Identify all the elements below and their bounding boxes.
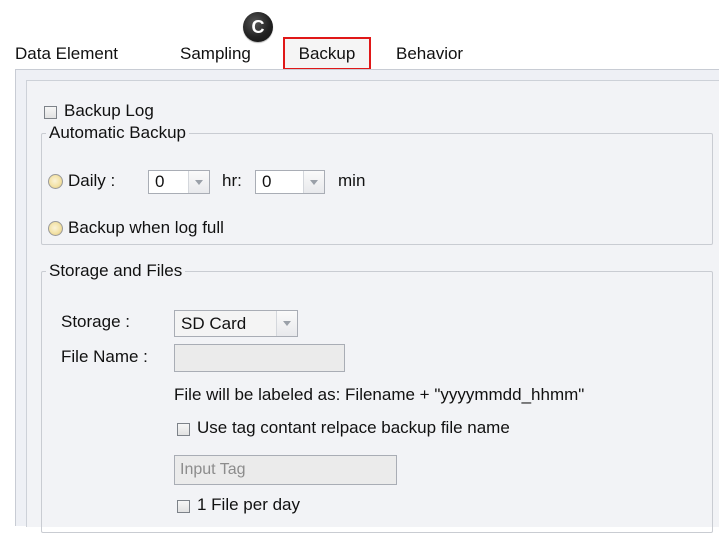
use-tag-label: Use tag contant relpace backup file name [197,418,510,437]
daily-hour-select[interactable]: 0 [148,170,210,194]
tab-behavior[interactable]: Behavior [396,37,463,70]
one-file-per-day-label: 1 File per day [197,495,300,514]
chevron-down-icon [303,171,324,193]
automatic-backup-title: Automatic Backup [46,123,190,143]
storage-select[interactable]: SD Card [174,310,298,337]
chevron-down-icon [188,171,209,193]
backup-log-label: Backup Log [64,101,154,120]
tab-strip: Data Element Sampling Backup Behavior [15,37,719,70]
tab-data-element[interactable]: Data Element [15,37,118,70]
daily-label: Daily : [68,171,116,190]
hour-unit-label: hr: [222,171,242,190]
log-full-label: Backup when log full [68,218,224,237]
file-name-input[interactable] [174,344,345,372]
storage-value: SD Card [181,314,247,333]
backup-panel-content: Backup Log Automatic Backup Daily : 0 hr… [26,80,719,533]
storage-files-title: Storage and Files [46,261,186,281]
chevron-down-icon [276,311,297,336]
daily-minute-select[interactable]: 0 [255,170,325,194]
input-tag-field[interactable] [174,455,397,485]
use-tag-checkbox[interactable] [177,423,190,436]
annotation-marker: C [243,12,273,42]
backup-log-checkbox[interactable] [44,106,57,119]
daily-radio[interactable] [48,174,63,189]
file-label-note: File will be labeled as: Filename + "yyy… [174,385,585,404]
top-strip [0,0,719,38]
file-name-label: File Name : [61,347,148,366]
tab-sampling[interactable]: Sampling [180,37,251,70]
log-full-radio[interactable] [48,221,63,236]
storage-label: Storage : [61,312,130,331]
one-file-per-day-checkbox[interactable] [177,500,190,513]
tab-backup[interactable]: Backup [283,37,371,70]
backup-panel: Backup Log Automatic Backup Daily : 0 hr… [15,69,719,533]
daily-hour-value: 0 [155,172,165,191]
daily-minute-value: 0 [262,172,272,191]
minute-unit-label: min [338,171,366,190]
